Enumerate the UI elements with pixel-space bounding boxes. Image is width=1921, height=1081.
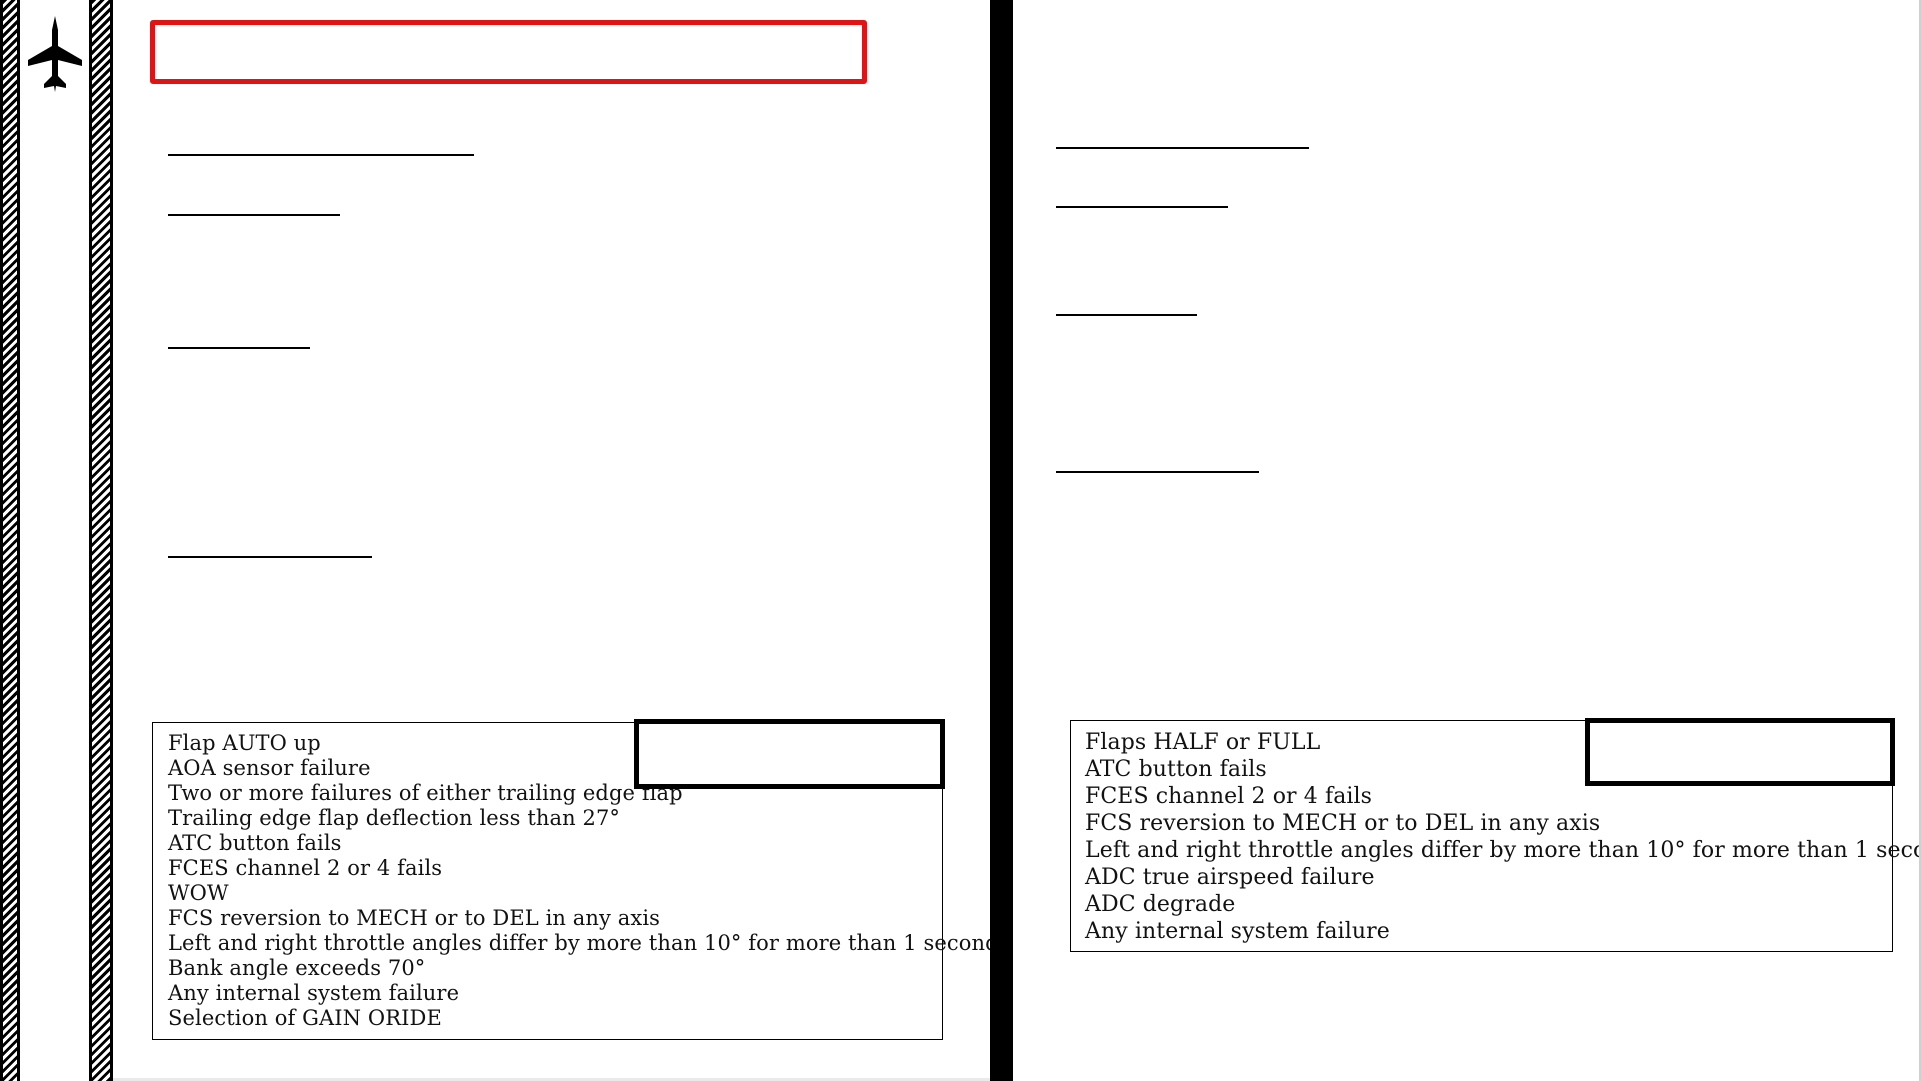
page-divider [990,0,1013,1081]
condition-item: ADC true airspeed failure [1085,865,1375,890]
condition-item: Left and right throttle angles differ by… [168,931,999,955]
redacted-header-box [150,20,867,84]
heading-underline [168,347,310,349]
condition-item: WOW [168,881,229,905]
condition-item: Any internal system failure [168,981,460,1005]
heading-underline [168,214,340,216]
condition-item: ATC button fails [168,831,342,855]
document-page: Flap AUTO up AOA sensor failure Two or mor… [0,0,1921,1081]
heading-underline [1056,314,1197,316]
condition-item: Any internal system failure [1085,919,1390,944]
condition-item: ADC degrade [1085,892,1236,917]
condition-item: FCES channel 2 or 4 fails [168,856,443,880]
heading-underline [1056,471,1259,473]
condition-item: Selection of GAIN ORIDE [168,1006,442,1030]
hatched-margin-rail-outer [0,0,20,1081]
condition-item: Left and right throttle angles differ by… [1085,838,1921,863]
left-label-box [634,719,945,789]
hatched-margin-rail-inner [89,0,113,1081]
condition-item: FCES channel 2 or 4 fails [1085,784,1373,809]
condition-item: FCS reversion to MECH or to DEL in any a… [168,906,661,930]
heading-underline [1056,206,1228,208]
fighter-jet-icon [28,16,82,92]
condition-item: FCS reversion to MECH or to DEL in any a… [1085,811,1601,836]
right-label-box [1585,718,1895,786]
heading-underline [1056,147,1309,149]
heading-underline [168,154,474,156]
condition-item: Bank angle exceeds 70° [168,956,426,980]
heading-underline [168,556,372,558]
condition-item: Trailing edge flap deflection less than … [168,806,621,830]
